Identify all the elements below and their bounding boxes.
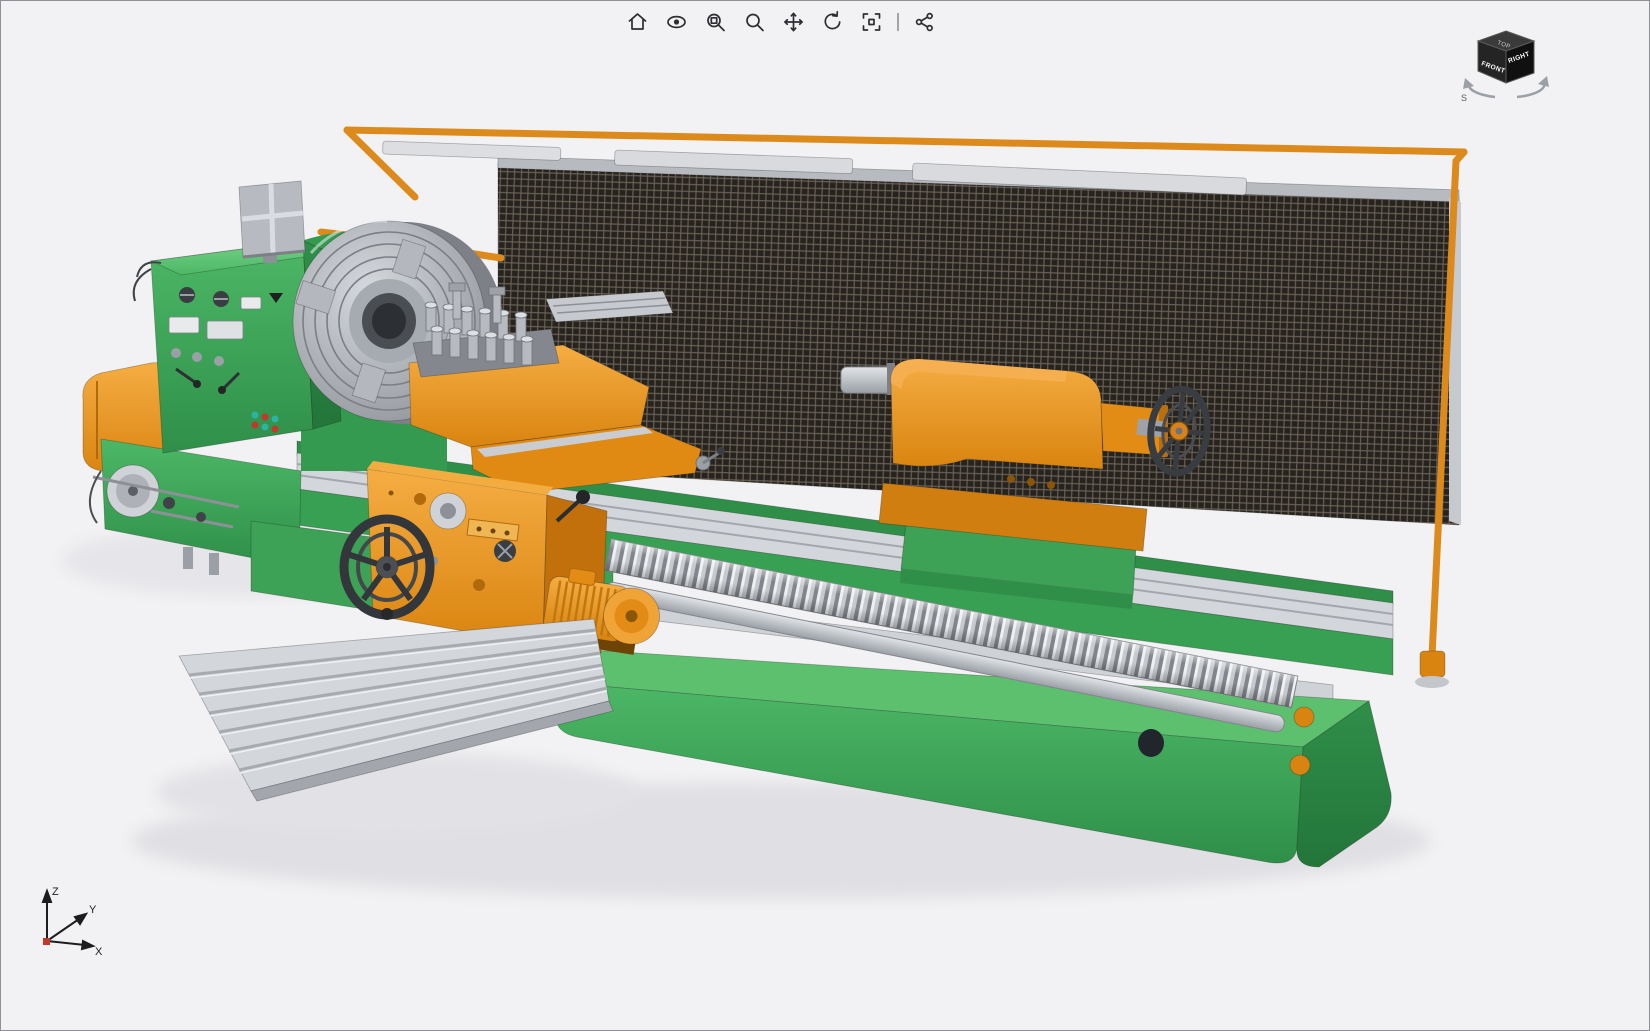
zoom-fit-button[interactable] [857,7,887,37]
eye-icon [665,10,689,34]
view-cube[interactable]: TOP FRONT RIGHT S [1459,25,1555,109]
home-icon [626,10,650,34]
toolbar-divider [898,13,899,31]
zoom-window-button[interactable] [701,7,731,37]
share-button[interactable] [910,7,940,37]
view-orientation-button[interactable] [662,7,692,37]
triad-origin [43,938,50,945]
zoom-icon [743,10,767,34]
view-toolbar [623,7,940,37]
view-cube-compass-south: S [1461,93,1467,103]
rotate-left-arrow[interactable] [1463,78,1474,89]
zoom-window-icon [704,10,728,34]
triad-z-label: Z [52,886,59,898]
rotate-button[interactable] [818,7,848,37]
model-viewport[interactable] [1,1,1650,1031]
zoom-button[interactable] [740,7,770,37]
home-button[interactable] [623,7,653,37]
triad-x-label: X [95,946,103,958]
zoom-fit-icon [860,10,884,34]
triad-y-label: Y [89,904,97,916]
cad-viewport[interactable]: TOP FRONT RIGHT S Z Y X [0,0,1650,1031]
axis-triad: Z Y X [29,883,109,963]
headstock-top-plate[interactable] [239,181,305,263]
rotate-right-arrow[interactable] [1538,76,1549,87]
share-icon [913,10,937,34]
rotate-icon [821,10,845,34]
pan-button[interactable] [779,7,809,37]
pan-icon [782,10,806,34]
